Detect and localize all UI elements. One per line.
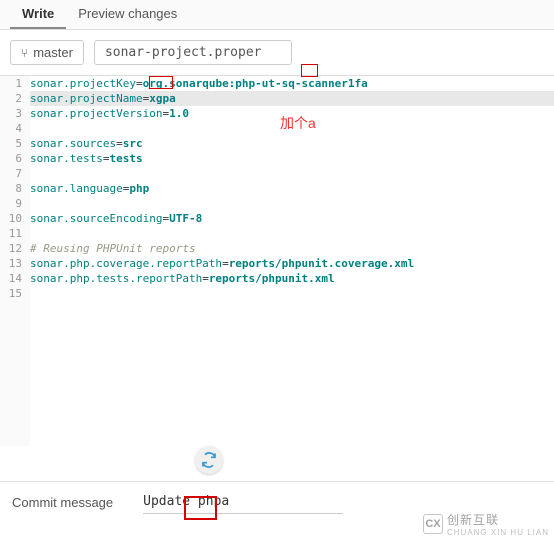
code-line[interactable] (30, 166, 554, 181)
code-line[interactable] (30, 226, 554, 241)
code-line[interactable] (30, 286, 554, 301)
code-line[interactable]: sonar.sourceEncoding=UTF-8 (30, 211, 554, 226)
line-number: 9 (0, 196, 22, 211)
code-line[interactable]: sonar.language=php (30, 181, 554, 196)
code-line[interactable]: sonar.projectName=xgpa (30, 91, 554, 106)
line-number: 6 (0, 151, 22, 166)
code-line[interactable]: sonar.tests=tests (30, 151, 554, 166)
highlight-box-2 (149, 76, 173, 89)
branch-name: master (33, 45, 73, 60)
line-number: 14 (0, 271, 22, 286)
refresh-button[interactable] (195, 446, 223, 474)
code-line[interactable] (30, 196, 554, 211)
line-number: 2 (0, 91, 22, 106)
git-branch-icon: ⑂ (21, 46, 28, 60)
tab-preview[interactable]: Preview changes (66, 0, 189, 29)
line-number: 12 (0, 241, 22, 256)
line-number: 5 (0, 136, 22, 151)
commit-message-label: Commit message (12, 495, 113, 510)
line-number-gutter: 123456789101112131415 (0, 76, 30, 446)
logo-text: 创新互联 CHUANG XIN HU LIAN (447, 511, 549, 537)
code-line[interactable]: sonar.sources=src (30, 136, 554, 151)
editor-tabs: Write Preview changes (0, 0, 554, 30)
annotation-text: 加个a (280, 113, 316, 133)
code-line[interactable]: # Reusing PHPUnit reports (30, 241, 554, 256)
branch-selector[interactable]: ⑂ master (10, 40, 84, 65)
filename-display: sonar-project.proper (94, 40, 293, 65)
code-line[interactable]: sonar.projectKey=org.sonarqube:php-ut-sq… (30, 76, 554, 91)
line-number: 8 (0, 181, 22, 196)
code-line[interactable]: sonar.php.tests.reportPath=reports/phpun… (30, 271, 554, 286)
watermark-logo: CX 创新互联 CHUANG XIN HU LIAN (423, 511, 549, 537)
line-number: 1 (0, 76, 22, 91)
line-number: 13 (0, 256, 22, 271)
code-editor[interactable]: 123456789101112131415 sonar.projectKey=o… (0, 76, 554, 446)
line-number: 4 (0, 121, 22, 136)
tab-write[interactable]: Write (10, 0, 66, 29)
line-number: 3 (0, 106, 22, 121)
refresh-icon (201, 452, 217, 468)
commit-message-input[interactable] (143, 490, 343, 514)
highlight-box-1 (301, 64, 318, 77)
code-line[interactable]: sonar.php.coverage.reportPath=reports/ph… (30, 256, 554, 271)
logo-badge: CX (423, 514, 443, 534)
line-number: 11 (0, 226, 22, 241)
line-number: 15 (0, 286, 22, 301)
highlight-box-3 (184, 496, 217, 520)
line-number: 7 (0, 166, 22, 181)
editor-toolbar: ⑂ master sonar-project.proper (0, 30, 554, 76)
line-number: 10 (0, 211, 22, 226)
